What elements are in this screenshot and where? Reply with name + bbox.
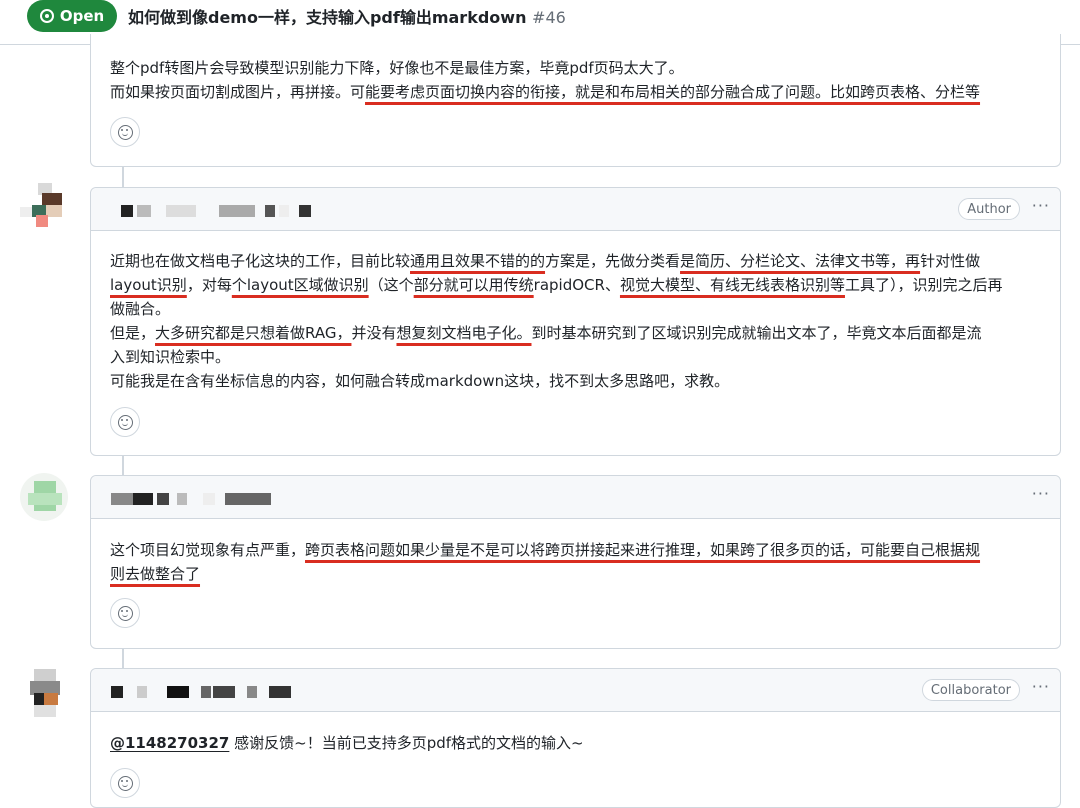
timeline-connector [122,166,124,187]
avatar[interactable] [20,669,68,717]
avatar[interactable] [20,183,68,231]
issue-number: #46 [532,8,566,27]
comment-body: 近期也在做文档电子化这块的工作，目前比较通用且效果不错的的方案是，先做分类看是简… [110,249,1044,393]
add-reaction-button[interactable] [110,117,140,147]
author-name[interactable] [121,205,311,217]
issue-title: 如何做到像demo一样，支持输入pdf输出markdown #46 [128,4,566,28]
comment-text: 感谢反馈~！当前已支持多页pdf格式的文档的输入~ [234,734,584,752]
comment-line: 入到知识检索中。 [110,348,231,366]
kebab-horizontal-icon[interactable]: ··· [1032,677,1050,696]
kebab-horizontal-icon[interactable]: ··· [1032,484,1050,503]
kebab-horizontal-icon[interactable]: ··· [1032,196,1050,215]
issue-title-text: 如何做到像demo一样，支持输入pdf输出markdown [128,8,527,27]
timeline-connector [122,648,124,668]
smiley-icon [117,605,133,621]
comment-line: 可能我是在含有坐标信息的内容，如何融合转成markdown这块，找不到太多思路吧… [110,372,730,390]
author-badge: Author [958,198,1020,220]
timeline-connector [122,455,124,475]
issue-opened-icon [39,9,54,23]
user-mention[interactable]: @1148270327 [110,734,229,752]
comment-line: 整个pdf转图片会导致模型识别能力下降，好像也不是最佳方案，毕竟pdf页码太大了… [110,59,684,77]
smiley-icon [117,414,133,430]
comment-header: ··· [91,476,1060,519]
comment-line: 近期也在做文档电子化这块的工作，目前比较通用且效果不错的的方案是，先做分类看是简… [110,252,981,270]
comment-card: 整个pdf转图片会导致模型识别能力下降，好像也不是最佳方案，毕竟pdf页码太大了… [90,34,1061,167]
comment-card: Collaborator ··· @1148270327 感谢反馈~！当前已支持… [90,668,1061,808]
comment-line: 而如果按页面切割成图片，再拼接。可能要考虑页面切换内容的衔接，就是和布局相关的部… [110,83,981,101]
comment-header: Author ··· [91,188,1060,231]
collaborator-badge: Collaborator [921,679,1020,701]
issue-state-badge: Open [27,0,117,32]
author-name[interactable] [111,493,271,505]
add-reaction-button[interactable] [110,407,140,437]
comment-line: 这个项目幻觉现象有点严重，跨页表格问题如果少量是不是可以将跨页拼接起来进行推理，… [110,541,981,559]
comment-line: 但是，大多研究都是只想着做RAG，并没有想复刻文档电子化。到时基本研究到了区域识… [110,324,982,342]
issue-state-label: Open [59,7,105,25]
comment-line: @1148270327 感谢反馈~！当前已支持多页pdf格式的文档的输入~ [110,731,1044,755]
smiley-icon [117,775,133,791]
comment-body: 这个项目幻觉现象有点严重，跨页表格问题如果少量是不是可以将跨页拼接起来进行推理，… [110,538,1044,586]
add-reaction-button[interactable] [110,598,140,628]
comment-card: Author ··· 近期也在做文档电子化这块的工作，目前比较通用且效果不错的的… [90,187,1061,456]
avatar[interactable] [20,473,68,521]
smiley-icon [117,124,133,140]
comment-body: 整个pdf转图片会导致模型识别能力下降，好像也不是最佳方案，毕竟pdf页码太大了… [110,56,1044,104]
comment-card: ··· 这个项目幻觉现象有点严重，跨页表格问题如果少量是不是可以将跨页拼接起来进… [90,475,1061,649]
comment-line: 做融合。 [110,300,171,318]
comment-line: layout识别，对每个layout区域做识别（这个部分就可以用传统rapidO… [110,276,1003,294]
comment-body: @1148270327 感谢反馈~！当前已支持多页pdf格式的文档的输入~ [110,731,1044,755]
comment-line: 则去做整合了 [110,565,201,583]
author-name[interactable] [111,686,301,698]
comment-header: Collaborator ··· [91,669,1060,712]
